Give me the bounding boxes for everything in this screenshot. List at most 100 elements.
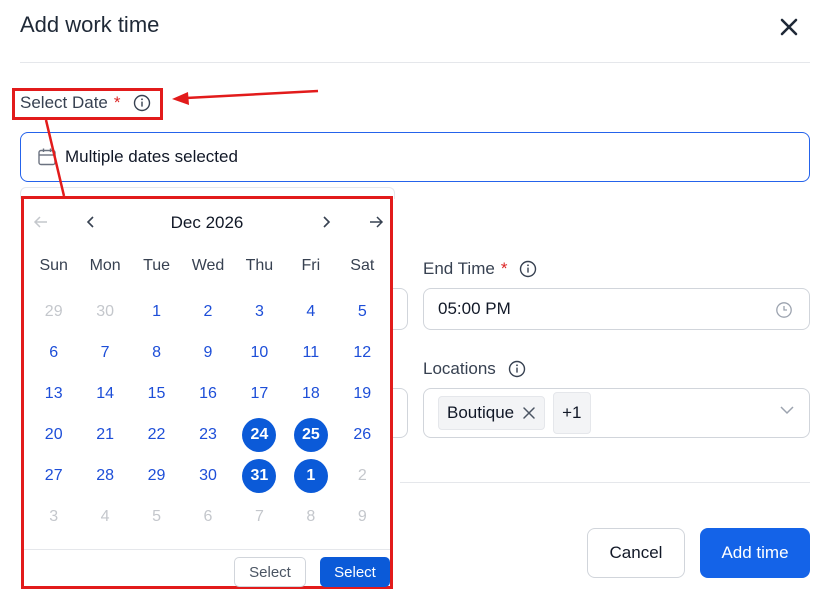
selected-day-cell[interactable]: 24	[234, 414, 285, 455]
day-cell[interactable]: 6	[28, 332, 79, 373]
day-cell[interactable]: 4	[79, 496, 130, 537]
weekday-label: Tue	[143, 257, 171, 274]
day-cell[interactable]: 23	[182, 414, 233, 455]
day-number: 4	[100, 507, 110, 525]
remove-icon[interactable]	[522, 406, 536, 420]
day-cell[interactable]: 15	[131, 373, 182, 414]
day-cell[interactable]: 4	[285, 291, 336, 332]
day-cell[interactable]: 2	[182, 291, 233, 332]
weekday-header: Sun Mon Tue Wed Thu Fri Sat	[28, 257, 388, 275]
day-cell[interactable]: 16	[182, 373, 233, 414]
day-number: 10	[250, 343, 269, 361]
location-chip-label: Boutique	[447, 403, 515, 422]
day-cell[interactable]: 29	[28, 291, 79, 332]
end-time-label-text: End Time	[423, 259, 495, 278]
day-number: 2	[203, 302, 213, 320]
day-cell[interactable]: 5	[337, 291, 388, 332]
day-cell[interactable]: 19	[337, 373, 388, 414]
day-number: 16	[199, 384, 217, 402]
info-icon[interactable]	[508, 360, 526, 378]
calendar-icon	[38, 148, 56, 166]
day-number: 29	[44, 302, 63, 320]
day-cell[interactable]: 7	[234, 496, 285, 537]
month-label[interactable]: Dec 2026	[24, 213, 390, 233]
day-number: 7	[254, 507, 264, 525]
next-month-icon[interactable]	[317, 213, 335, 231]
day-cell[interactable]: 14	[79, 373, 130, 414]
day-number: 2	[357, 466, 367, 484]
location-chip: Boutique	[438, 396, 546, 430]
chevron-down-icon[interactable]	[779, 405, 795, 415]
day-cell[interactable]: 13	[28, 373, 79, 414]
next-year-icon[interactable]	[367, 213, 385, 231]
day-number: 1	[293, 458, 328, 493]
dialog-title: Add work time	[20, 12, 160, 37]
day-cell[interactable]: 12	[337, 332, 388, 373]
info-icon[interactable]	[519, 260, 537, 278]
day-cell[interactable]: 27	[28, 455, 79, 496]
weekday-label: Sat	[350, 257, 375, 274]
close-icon[interactable]	[778, 16, 800, 38]
day-number: 15	[147, 384, 166, 402]
day-number: 22	[147, 425, 166, 443]
more-locations-badge[interactable]: +1	[553, 392, 591, 434]
day-cell[interactable]: 3	[234, 291, 285, 332]
header-divider	[20, 62, 810, 63]
day-cell[interactable]: 20	[28, 414, 79, 455]
locations-label-text: Locations	[423, 359, 496, 378]
day-number: 4	[306, 302, 316, 320]
day-cell[interactable]: 8	[285, 496, 336, 537]
day-number: 21	[96, 425, 115, 443]
selected-day-cell[interactable]: 1	[285, 455, 336, 496]
day-cell[interactable]: 11	[285, 332, 336, 373]
day-cell[interactable]: 21	[79, 414, 130, 455]
day-number: 14	[96, 384, 115, 402]
required-mark: *	[500, 259, 508, 278]
day-number: 13	[44, 384, 63, 402]
end-time-input[interactable]: 05:00 PM	[423, 288, 810, 330]
day-number: 30	[199, 466, 217, 484]
select-primary-button[interactable]: Select	[320, 557, 390, 587]
day-cell[interactable]: 8	[131, 332, 182, 373]
day-number: 3	[49, 507, 59, 525]
day-number: 11	[302, 343, 320, 361]
select-secondary-button[interactable]: Select	[234, 557, 306, 587]
day-number: 8	[152, 343, 162, 361]
day-number: 9	[203, 343, 213, 361]
add-time-button[interactable]: Add time	[700, 528, 810, 578]
day-cell[interactable]: 2	[337, 455, 388, 496]
day-cell[interactable]: 7	[79, 332, 130, 373]
day-cell[interactable]: 9	[337, 496, 388, 537]
day-cell[interactable]: 1	[131, 291, 182, 332]
day-number: 26	[353, 425, 372, 443]
day-cell[interactable]: 30	[79, 291, 130, 332]
day-cell[interactable]: 26	[337, 414, 388, 455]
locations-select[interactable]: Boutique +1	[423, 388, 810, 438]
select-date-input[interactable]: Multiple dates selected	[20, 132, 810, 182]
selected-day-cell[interactable]: 31	[234, 455, 285, 496]
weekday-label: Wed	[191, 257, 225, 274]
day-number: 18	[301, 384, 320, 402]
calendar-footer-divider	[24, 549, 390, 550]
day-number: 19	[353, 384, 372, 402]
day-number: 24	[242, 417, 277, 452]
day-cell[interactable]: 9	[182, 332, 233, 373]
day-cell[interactable]: 29	[131, 455, 182, 496]
locations-label: Locations	[423, 359, 526, 379]
day-cell[interactable]: 22	[131, 414, 182, 455]
day-cell[interactable]: 3	[28, 496, 79, 537]
cancel-button[interactable]: Cancel	[587, 528, 685, 578]
day-cell[interactable]: 18	[285, 373, 336, 414]
day-number: 30	[96, 302, 115, 320]
selected-day-cell[interactable]: 25	[285, 414, 336, 455]
day-grid: 29 30 1 2 3 4 5 6 7 8 9 10 11 12 13 14 15 16 17 18 19 20 21 22 2…	[28, 291, 388, 537]
day-cell[interactable]: 17	[234, 373, 285, 414]
day-cell[interactable]: 28	[79, 455, 130, 496]
end-time-value: 05:00 PM	[438, 299, 511, 318]
day-cell[interactable]: 5	[131, 496, 182, 537]
day-number: 27	[44, 466, 63, 484]
day-cell[interactable]: 6	[182, 496, 233, 537]
day-cell[interactable]: 30	[182, 455, 233, 496]
day-cell[interactable]: 10	[234, 332, 285, 373]
day-number: 28	[96, 466, 115, 484]
